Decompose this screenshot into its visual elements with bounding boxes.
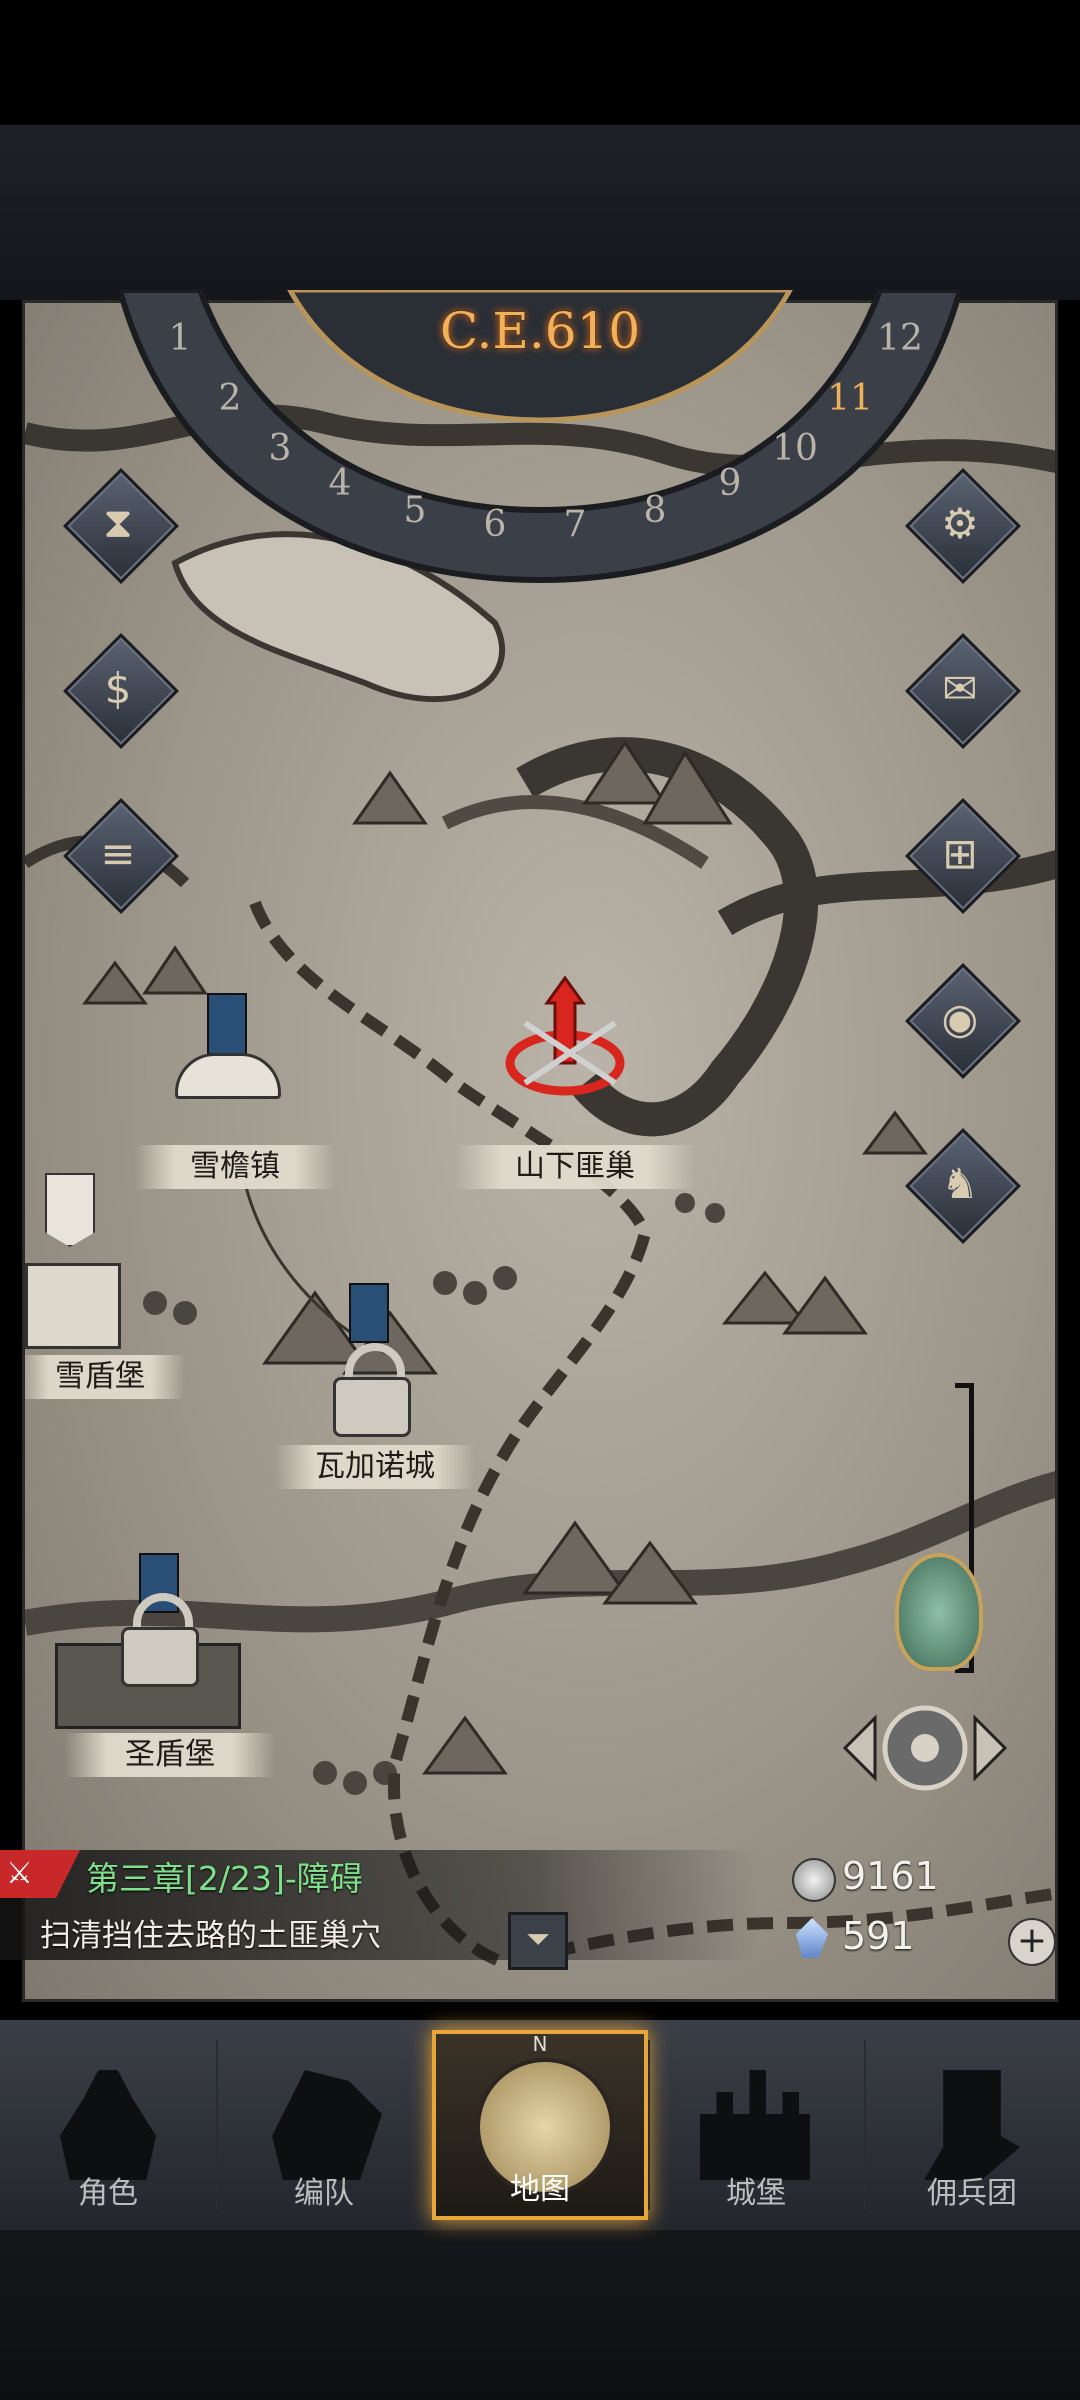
gear-icon: ⚙ bbox=[941, 498, 979, 548]
hero-token[interactable] bbox=[885, 1553, 985, 1693]
nav-label: 角色 bbox=[78, 2176, 138, 2211]
month-label: 12 bbox=[877, 318, 923, 359]
settings-button[interactable]: ⚙ bbox=[905, 468, 1021, 584]
flag-icon bbox=[45, 1173, 95, 1247]
window-button[interactable]: ⊞ bbox=[905, 798, 1021, 914]
month-label: 2 bbox=[219, 378, 242, 419]
location-label: 圣盾堡 bbox=[65, 1733, 275, 1777]
lock-icon bbox=[333, 1343, 411, 1437]
nav-label: 地图 bbox=[510, 2172, 570, 2207]
banner-icon bbox=[207, 993, 247, 1055]
location-label: 瓦加诺城 bbox=[275, 1445, 475, 1489]
window-icon: ⊞ bbox=[942, 828, 978, 878]
status-bar-area bbox=[0, 0, 1080, 125]
location-holy-shield[interactable] bbox=[45, 1553, 245, 1733]
scroll-icon: ≡ bbox=[100, 828, 136, 878]
horse-icon bbox=[272, 2070, 382, 2180]
nav-label: 城堡 bbox=[726, 2176, 786, 2211]
banner-icon bbox=[349, 1283, 389, 1343]
nav-item-castle[interactable]: 城堡 bbox=[648, 2030, 864, 2220]
month-label: 6 bbox=[484, 504, 507, 545]
helmet-icon bbox=[895, 1553, 983, 1671]
add-resource-button[interactable]: + bbox=[1008, 1918, 1056, 1966]
town-icon bbox=[175, 1053, 281, 1099]
location-snow-shield[interactable] bbox=[25, 1173, 135, 1349]
castle-icon bbox=[25, 1263, 121, 1349]
money-bag-button[interactable]: $ bbox=[63, 633, 179, 749]
silver-count: 9161 bbox=[842, 1854, 939, 1898]
dpad-control[interactable] bbox=[835, 1693, 1015, 1803]
location-snow-eaves[interactable] bbox=[145, 993, 305, 1103]
location-label: 雪盾堡 bbox=[25, 1355, 185, 1399]
nav-label: 佣兵团 bbox=[927, 2176, 1017, 2211]
coin-icon: ◉ bbox=[941, 993, 979, 1043]
nav-item-formation[interactable]: 编队 bbox=[216, 2030, 432, 2220]
mail-button[interactable]: ✉ bbox=[905, 633, 1021, 749]
knight-icon bbox=[60, 2070, 156, 2180]
hourglass-button[interactable]: ⧗ bbox=[63, 468, 179, 584]
hourglass-icon: ⧗ bbox=[103, 498, 133, 547]
month-label: 8 bbox=[644, 490, 667, 531]
month-label: 10 bbox=[772, 428, 818, 469]
location-label: 山下匪巢 bbox=[455, 1145, 695, 1189]
quest-chapter: 第三章[2/23]-障碍 bbox=[86, 1859, 363, 1898]
month-label: 9 bbox=[719, 463, 742, 504]
plus-icon: + bbox=[1016, 1920, 1048, 1961]
location-label: 雪檐镇 bbox=[135, 1145, 335, 1189]
location-bandit-nest[interactable] bbox=[495, 963, 645, 1113]
nav-item-map[interactable]: N 地图 bbox=[432, 2030, 648, 2220]
castle-icon bbox=[700, 2070, 810, 2180]
compass-label: N bbox=[532, 2032, 548, 2056]
crystal-count: 591 bbox=[842, 1914, 915, 1958]
nav-item-mercenaries[interactable]: 佣兵团 bbox=[864, 2030, 1080, 2220]
month-label: 1 bbox=[169, 318, 192, 359]
merchant-button[interactable]: ♞ bbox=[905, 1128, 1021, 1244]
silver-coin-icon bbox=[792, 1858, 836, 1902]
nav-item-character[interactable]: 角色 bbox=[0, 2030, 216, 2220]
lock-icon bbox=[121, 1593, 199, 1687]
target-marker-icon bbox=[505, 975, 625, 1096]
crosshair-icon bbox=[842, 1705, 1008, 1791]
merchant-icon: ♞ bbox=[941, 1158, 979, 1208]
year-label: C.E.610 bbox=[440, 302, 641, 360]
chevron-down-icon: ⏷ bbox=[526, 1922, 550, 1957]
money-bag-icon: $ bbox=[104, 663, 132, 713]
month-label: 3 bbox=[269, 428, 292, 469]
banner-flag-icon bbox=[924, 2070, 1020, 2180]
month-label: 5 bbox=[404, 490, 427, 531]
month-label: 7 bbox=[564, 504, 587, 545]
scroll-button[interactable]: ≡ bbox=[63, 798, 179, 914]
month-label: 4 bbox=[329, 463, 352, 504]
mail-icon: ✉ bbox=[942, 663, 978, 713]
collapse-button[interactable]: ⏷ bbox=[508, 1912, 568, 1970]
location-vagano[interactable] bbox=[285, 1283, 455, 1443]
coin-button[interactable]: ◉ bbox=[905, 963, 1021, 1079]
bottom-frame bbox=[0, 2220, 1080, 2400]
current-month-label: 11 bbox=[827, 378, 873, 419]
quest-description: 扫清挡住去路的土匪巢穴 bbox=[40, 1918, 381, 1954]
nav-label: 编队 bbox=[294, 2176, 354, 2211]
top-frame bbox=[0, 125, 1080, 300]
